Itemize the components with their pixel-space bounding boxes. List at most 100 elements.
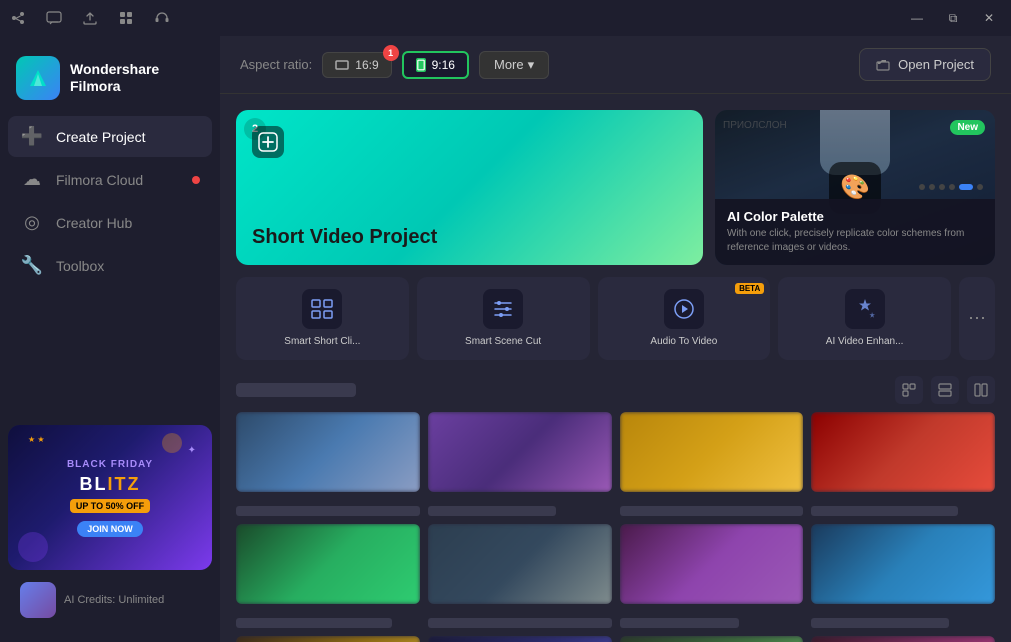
window-controls: — ⧉ ✕: [903, 4, 1003, 32]
project-row: 2 Short Video Project ПРИОЛСЛОН: [236, 110, 995, 265]
smart-short-clip-tool[interactable]: Smart Short Cli...: [236, 277, 409, 360]
aspect-9-16-label: 9:16: [432, 58, 455, 72]
media-thumb-4[interactable]: [811, 412, 995, 492]
chevron-down-icon: ▾: [528, 57, 535, 73]
more-tools-icon: ⋯: [968, 308, 986, 329]
beta-badge: BETA: [735, 283, 764, 294]
sidebar-item-create-project[interactable]: ➕ Create Project: [8, 116, 212, 157]
open-project-button[interactable]: Open Project: [859, 48, 991, 81]
close-button[interactable]: ✕: [975, 4, 1003, 32]
dot-2: [929, 184, 935, 190]
ai-card-title: AI Color Palette: [727, 209, 983, 224]
ai-avatar: [20, 582, 56, 618]
smart-scene-cut-tool[interactable]: Smart Scene Cut: [417, 277, 590, 360]
ai-card-description: With one click, precisely replicate colo…: [727, 227, 983, 255]
chat-icon[interactable]: [44, 8, 64, 28]
ai-color-palette-card[interactable]: ПРИОЛСЛОН 🎨 New AI Color Palette With on…: [715, 110, 995, 265]
media-options-button[interactable]: [967, 376, 995, 404]
media-thumb-5[interactable]: [236, 524, 420, 604]
dot-5: [959, 184, 973, 190]
more-tools-button[interactable]: ⋯: [959, 277, 995, 360]
promo-card[interactable]: ★ ★ ✦ BLACK FRIDAY BLITZ UP TO 50% OFF J…: [8, 425, 212, 570]
creator-hub-icon: ◎: [20, 212, 44, 233]
audio-to-video-icon: [664, 289, 704, 329]
dot-1: [919, 184, 925, 190]
media-label-2: [428, 506, 557, 516]
upload-icon[interactable]: [80, 8, 100, 28]
share-icon[interactable]: [8, 8, 28, 28]
media-thumb-10[interactable]: [428, 636, 612, 642]
promo-card-inner: ★ ★ ✦ BLACK FRIDAY BLITZ UP TO 50% OFF J…: [8, 425, 212, 570]
dot-3: [939, 184, 945, 190]
content-area: Aspect ratio: 16:9 1 9:16 More ▾: [220, 36, 1011, 642]
new-badge: New: [950, 120, 985, 135]
sidebar-bottom: ★ ★ ✦ BLACK FRIDAY BLITZ UP TO 50% OFF J…: [0, 417, 220, 634]
media-grid-view-button[interactable]: [931, 376, 959, 404]
ai-credits-text: AI Credits: Unlimited: [64, 594, 164, 606]
media-label-7: [620, 618, 739, 628]
media-thumb-8[interactable]: [811, 524, 995, 604]
media-thumb-3[interactable]: [620, 412, 804, 492]
carousel-dots: [919, 184, 983, 190]
grid-icon[interactable]: [116, 8, 136, 28]
smart-short-clip-icon: [302, 289, 342, 329]
short-video-card[interactable]: 2 Short Video Project: [236, 110, 703, 265]
topbar: Aspect ratio: 16:9 1 9:16 More ▾: [220, 36, 1011, 94]
ai-video-enhance-label: AI Video Enhan...: [826, 335, 904, 348]
sidebar-nav: ➕ Create Project ☁ Filmora Cloud ◎ Creat…: [0, 116, 220, 286]
cloud-icon: ☁: [20, 169, 44, 190]
media-thumb-7[interactable]: [620, 524, 804, 604]
titlebar-left-icons: [8, 8, 172, 28]
open-project-label: Open Project: [898, 57, 974, 72]
more-label: More: [494, 57, 524, 72]
media-header: [236, 376, 995, 404]
join-now-button[interactable]: JOIN NOW: [77, 521, 143, 537]
sidebar-item-creator-hub[interactable]: ◎ Creator Hub: [8, 202, 212, 243]
smart-short-clip-label: Smart Short Cli...: [284, 335, 360, 348]
create-project-icon: ➕: [20, 126, 44, 147]
titlebar: — ⧉ ✕: [0, 0, 1011, 36]
promo-badge: UP TO 50% OFF: [70, 499, 150, 513]
ai-video-enhance-tool[interactable]: AI Video Enhan...: [778, 277, 951, 360]
smart-scene-cut-icon: [483, 289, 523, 329]
media-thumb-6[interactable]: [428, 524, 612, 604]
ai-video-enhance-icon: [845, 289, 885, 329]
more-button[interactable]: More ▾: [479, 51, 549, 79]
media-thumb-1[interactable]: [236, 412, 420, 492]
media-thumb-11[interactable]: [620, 636, 804, 642]
media-thumb-2[interactable]: [428, 412, 612, 492]
aspect-ratio-label: Aspect ratio:: [240, 57, 312, 72]
sidebar-item-filmora-cloud[interactable]: ☁ Filmora Cloud: [8, 159, 212, 200]
ai-credits-area: AI Credits: Unlimited: [8, 574, 212, 626]
media-section-title: [236, 383, 356, 397]
toolbox-icon: 🔧: [20, 255, 44, 276]
media-label-4: [811, 506, 958, 516]
short-video-title: Short Video Project: [252, 226, 687, 249]
sidebar-item-label-creator: Creator Hub: [56, 215, 132, 231]
sidebar-item-toolbox[interactable]: 🔧 Toolbox: [8, 245, 212, 286]
dot-4: [949, 184, 955, 190]
sidebar-item-label-cloud: Filmora Cloud: [56, 172, 143, 188]
headset-icon[interactable]: [152, 8, 172, 28]
media-label-3: [620, 506, 804, 516]
media-label-8: [811, 618, 949, 628]
notification-dot: [192, 176, 200, 184]
minimize-button[interactable]: —: [903, 4, 931, 32]
sidebar: Wondershare Filmora ➕ Create Project ☁ F…: [0, 36, 220, 642]
aspect-16-9-button[interactable]: 16:9 1: [322, 52, 391, 78]
aspect-ratio-section: Aspect ratio: 16:9 1 9:16 More ▾: [240, 51, 549, 79]
maximize-button[interactable]: ⧉: [939, 4, 967, 32]
tools-row: Smart Short Cli... Smart Scene Cut B: [236, 277, 995, 360]
audio-to-video-tool[interactable]: BETA Audio To Video: [598, 277, 771, 360]
media-label-1: [236, 506, 420, 516]
ai-card-info: AI Color Palette With one click, precise…: [715, 199, 995, 265]
dot-6: [977, 184, 983, 190]
media-thumb-9[interactable]: [236, 636, 420, 642]
aspect-9-16-button[interactable]: 9:16: [402, 51, 469, 79]
media-list-view-button[interactable]: [895, 376, 923, 404]
media-grid: [236, 412, 995, 642]
smart-scene-cut-label: Smart Scene Cut: [465, 335, 541, 348]
media-thumb-12[interactable]: [811, 636, 995, 642]
promo-text2: BLITZ: [80, 474, 141, 495]
app-logo: [16, 56, 60, 100]
